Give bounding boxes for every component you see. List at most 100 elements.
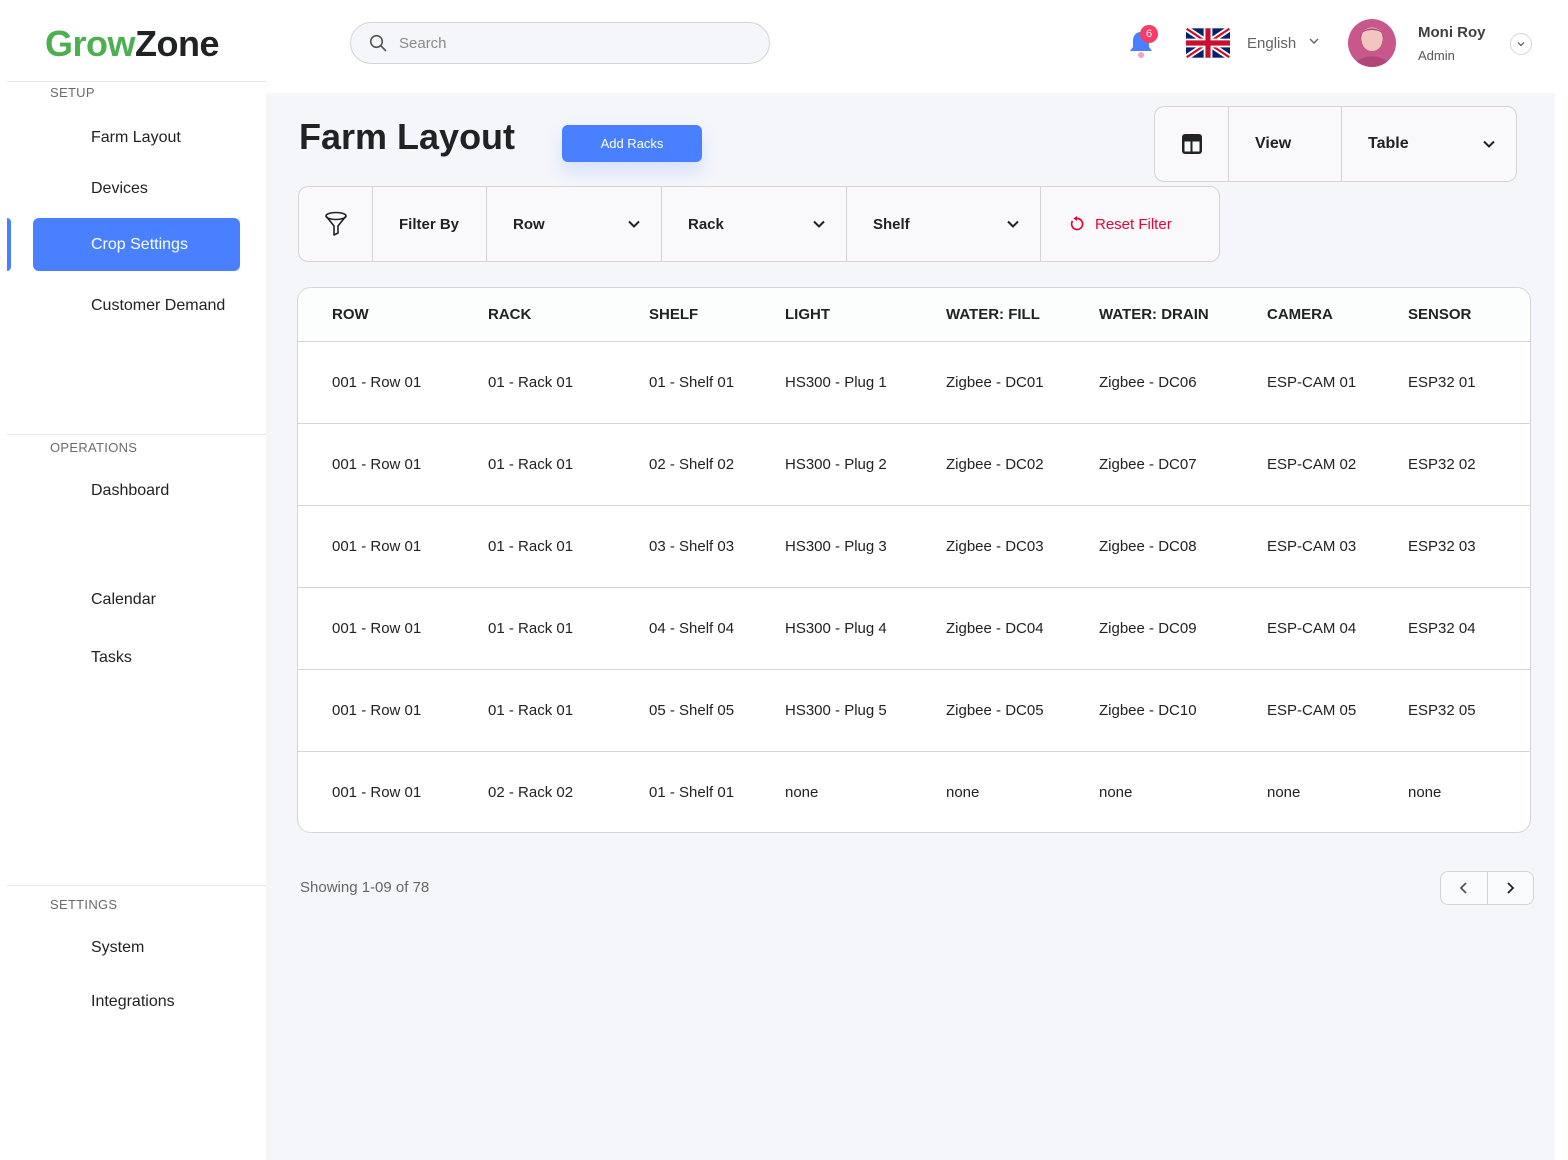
reset-filter-label: Reset Filter (1095, 215, 1172, 233)
cell-shelf: 05 - Shelf 05 (649, 701, 735, 719)
table-row[interactable]: 001 - Row 01 01 - Rack 01 05 - Shelf 05 … (298, 669, 1530, 751)
chevron-right-icon (1507, 882, 1515, 894)
filter-row-label: Row (513, 215, 545, 233)
column-header-rack[interactable]: RACK (488, 288, 649, 342)
cell-light: HS300 - Plug 4 (785, 619, 887, 637)
cell-rack: 01 - Rack 01 (488, 701, 574, 719)
cell-rack: 02 - Rack 02 (488, 783, 574, 801)
chevron-down-icon (813, 220, 825, 228)
farm-layout-table: ROW RACK SHELF LIGHT WATER: FILL WATER: … (297, 287, 1531, 833)
cell-light: none (785, 783, 819, 801)
topbar: 6 English Moni Roy Admin (266, 5, 1555, 93)
view-mode-value: Table (1368, 135, 1409, 152)
app-logo[interactable]: GrowZone (45, 23, 220, 65)
layout-icon (1181, 134, 1202, 154)
cell-camera: ESP-CAM 03 (1267, 537, 1357, 555)
cell-sensor: ESP32 03 (1408, 537, 1476, 555)
logo-text-zone: Zone (135, 23, 220, 64)
uk-flag-icon[interactable] (1186, 27, 1230, 59)
sidebar-item-crop-settings[interactable]: Crop Settings (33, 218, 240, 271)
sidebar-divider (7, 81, 266, 82)
cell-row: 001 - Row 01 (332, 619, 422, 637)
chevron-down-icon (1483, 140, 1495, 148)
add-racks-button[interactable]: Add Racks (562, 125, 702, 162)
filter-row-dropdown[interactable]: Row (487, 187, 662, 261)
sidebar-item-farm-layout[interactable]: Farm Layout (33, 111, 240, 164)
sidebar: GrowZone SETUP Farm Layout Devices Crop … (7, 5, 266, 1160)
cell-light: HS300 - Plug 1 (785, 373, 887, 391)
column-header-water-drain[interactable]: WATER: DRAIN (1099, 288, 1267, 342)
column-header-light[interactable]: LIGHT (785, 288, 946, 342)
pagination-summary: Showing 1-09 of 78 (300, 879, 430, 896)
cell-rack: 01 - Rack 01 (488, 619, 574, 637)
sidebar-item-integrations[interactable]: Integrations (33, 975, 240, 1028)
user-avatar[interactable] (1348, 19, 1396, 67)
column-header-water-fill[interactable]: WATER: FILL (946, 288, 1099, 342)
column-header-camera[interactable]: CAMERA (1267, 288, 1408, 342)
cell-sensor: none (1408, 783, 1442, 801)
cell-rack: 01 - Rack 01 (488, 455, 574, 473)
cell-water-drain: none (1099, 783, 1133, 801)
filter-rack-dropdown[interactable]: Rack (662, 187, 847, 261)
chevron-down-icon (1007, 220, 1019, 228)
sidebar-item-system[interactable]: System (33, 921, 240, 974)
page-title: Farm Layout (299, 116, 516, 157)
cell-camera: ESP-CAM 05 (1267, 701, 1357, 719)
chevron-down-icon[interactable] (1308, 35, 1320, 47)
previous-page-button[interactable] (1441, 872, 1488, 904)
cell-shelf: 03 - Shelf 03 (649, 537, 735, 555)
cell-sensor: ESP32 05 (1408, 701, 1476, 719)
layout-icon-cell[interactable] (1155, 107, 1229, 181)
table-header-row: ROW RACK SHELF LIGHT WATER: FILL WATER: … (298, 288, 1530, 342)
cell-camera: ESP-CAM 01 (1267, 373, 1357, 391)
view-label: View (1229, 107, 1342, 181)
sidebar-item-devices[interactable]: Devices (33, 162, 240, 215)
logo-text-grow: Grow (45, 23, 136, 64)
sidebar-item-dashboard[interactable]: Dashboard (33, 464, 240, 517)
table-row[interactable]: 001 - Row 01 01 - Rack 01 04 - Shelf 04 … (298, 587, 1530, 669)
filter-shelf-label: Shelf (873, 215, 910, 233)
column-header-sensor[interactable]: SENSOR (1408, 288, 1530, 342)
reset-filter-button[interactable]: Reset Filter (1041, 187, 1219, 261)
section-title-setup: SETUP (50, 85, 95, 100)
cell-sensor: ESP32 02 (1408, 455, 1476, 473)
cell-row: 001 - Row 01 (332, 783, 422, 801)
filter-bar: Filter By Row Rack Shelf Reset Filter (298, 186, 1220, 262)
column-header-row[interactable]: ROW (298, 288, 488, 342)
language-selector[interactable]: English (1247, 35, 1296, 52)
table-row[interactable]: 001 - Row 01 01 - Rack 01 02 - Shelf 02 … (298, 423, 1530, 505)
cell-water-fill: none (946, 783, 980, 801)
filter-shelf-dropdown[interactable]: Shelf (847, 187, 1041, 261)
view-mode-dropdown[interactable]: Table (1342, 107, 1516, 181)
cell-light: HS300 - Plug 2 (785, 455, 887, 473)
cell-row: 001 - Row 01 (332, 455, 422, 473)
table-row[interactable]: 001 - Row 01 01 - Rack 01 01 - Shelf 01 … (298, 341, 1530, 423)
user-menu-button[interactable] (1510, 33, 1532, 55)
next-page-button[interactable] (1488, 872, 1534, 904)
sidebar-item-customer-demand[interactable]: Customer Demand (33, 279, 240, 332)
chevron-down-icon (628, 220, 640, 228)
cell-water-fill: Zigbee - DC04 (946, 619, 1044, 637)
sidebar-divider (7, 434, 266, 435)
table-row[interactable]: 001 - Row 01 01 - Rack 01 03 - Shelf 03 … (298, 505, 1530, 587)
cell-water-fill: Zigbee - DC05 (946, 701, 1044, 719)
cell-row: 001 - Row 01 (332, 701, 422, 719)
cell-shelf: 01 - Shelf 01 (649, 373, 735, 391)
cell-camera: ESP-CAM 04 (1267, 619, 1357, 637)
filter-icon-cell (299, 187, 373, 261)
sidebar-item-tasks[interactable]: Tasks (33, 631, 240, 684)
search-bar[interactable] (350, 22, 770, 64)
section-title-settings: SETTINGS (50, 897, 118, 912)
cell-water-fill: Zigbee - DC01 (946, 373, 1044, 391)
cell-rack: 01 - Rack 01 (488, 373, 574, 391)
sidebar-divider (7, 885, 266, 886)
search-input[interactable] (399, 34, 739, 52)
filter-by-label: Filter By (373, 187, 487, 261)
section-title-operations: OPERATIONS (50, 440, 138, 455)
table-row[interactable]: 001 - Row 01 02 - Rack 02 01 - Shelf 01 … (298, 751, 1530, 832)
notification-count-badge: 6 (1140, 25, 1158, 43)
sidebar-item-calendar[interactable]: Calendar (33, 573, 240, 626)
cell-light: HS300 - Plug 3 (785, 537, 887, 555)
cell-shelf: 01 - Shelf 01 (649, 783, 735, 801)
column-header-shelf[interactable]: SHELF (649, 288, 785, 342)
